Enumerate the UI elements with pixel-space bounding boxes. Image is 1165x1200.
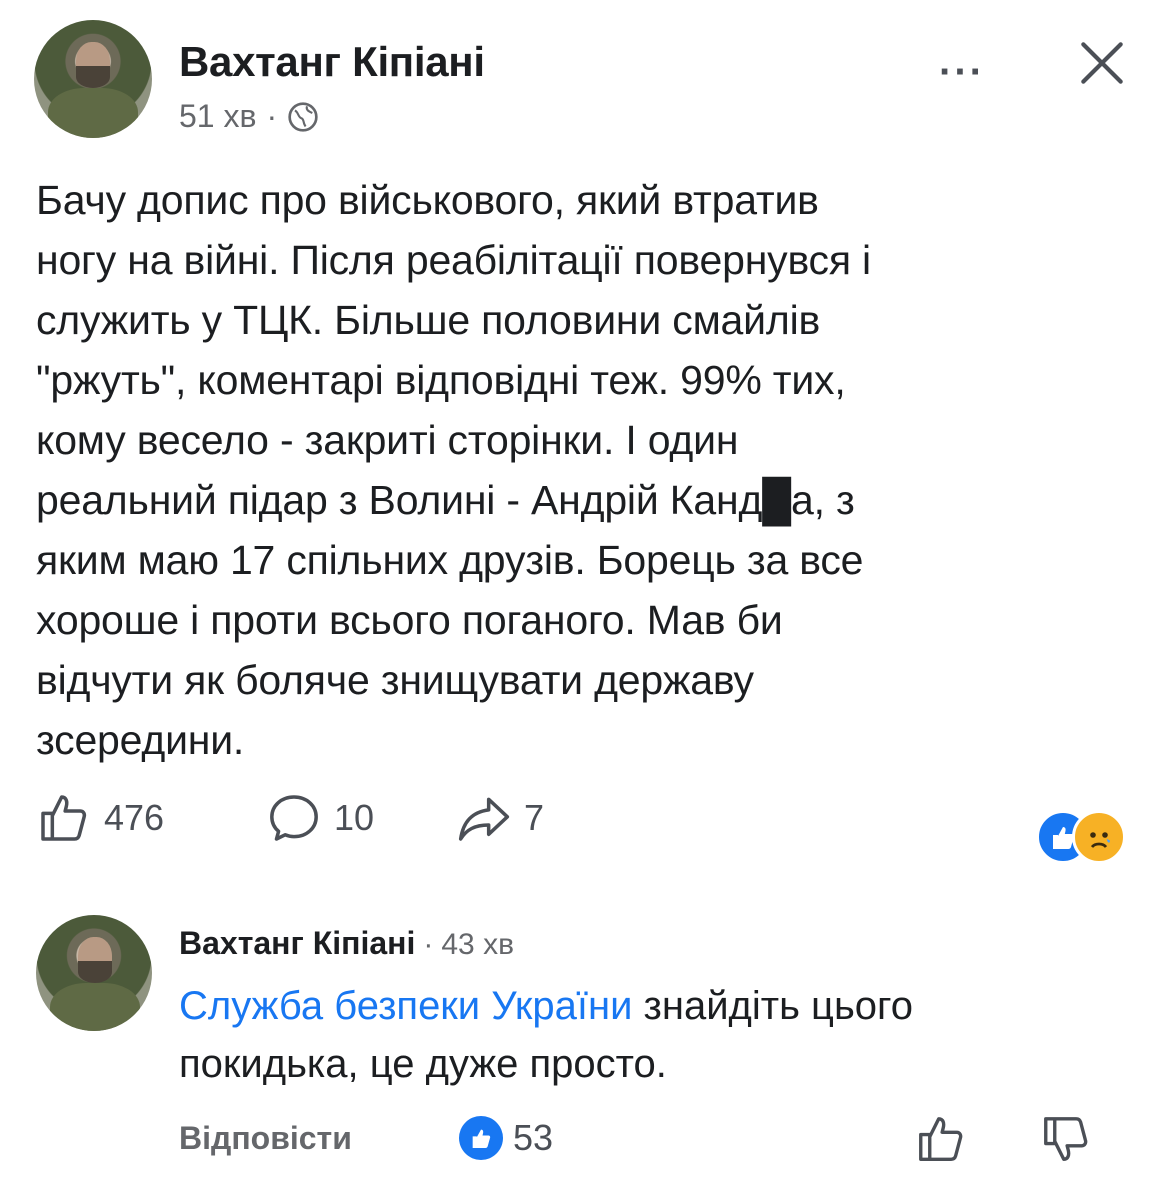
comment-button[interactable]: 10 (266, 790, 374, 846)
comment-like-count: 53 (513, 1117, 554, 1158)
globe-icon (288, 101, 318, 132)
sad-reaction-icon (1072, 810, 1126, 864)
comment-like-summary[interactable]: 53 (459, 1116, 553, 1160)
comment-like-icon[interactable] (914, 1112, 968, 1166)
post-meta: 51 хв · (179, 98, 319, 135)
share-button[interactable]: 7 (456, 790, 544, 846)
post-header: Вахтанг Кіпіані 51 хв · ··· (34, 20, 1134, 150)
comment-count: 10 (334, 797, 375, 838)
close-icon[interactable] (1074, 35, 1130, 91)
like-badge-icon (459, 1116, 503, 1160)
comment-text: Служба безпеки України знайдіть цього по… (179, 977, 1079, 1093)
share-icon (458, 797, 510, 841)
comment-footer: Відповісти 53 (179, 1116, 1129, 1170)
more-options-icon[interactable]: ··· (939, 50, 985, 95)
post-actions: 476 10 7 (36, 790, 1136, 864)
comment-header: Вахтанг Кіпіані · 43 хв (179, 925, 514, 962)
post-text: Бачу допис про військового, який втратив… (36, 177, 871, 763)
post-time[interactable]: 51 хв (179, 98, 256, 135)
like-button[interactable]: 476 (36, 790, 164, 846)
comment-icon (270, 795, 318, 841)
reply-button[interactable]: Відповісти (179, 1120, 352, 1157)
comment-author-name[interactable]: Вахтанг Кіпіані (179, 925, 415, 962)
comment-mention-link[interactable]: Служба безпеки України (179, 984, 632, 1028)
comment-author-avatar[interactable] (36, 915, 152, 1031)
share-count: 7 (524, 797, 545, 838)
post-author-name[interactable]: Вахтанг Кіпіані (179, 38, 485, 86)
comment: Вахтанг Кіпіані · 43 хв Служба безпеки У… (36, 915, 1136, 1195)
reaction-summary[interactable] (1036, 810, 1136, 864)
comment-separator: · (423, 928, 434, 961)
meta-separator: · (266, 98, 278, 134)
comment-dislike-icon[interactable] (1039, 1112, 1093, 1166)
comment-time[interactable]: 43 хв (441, 928, 514, 962)
author-avatar[interactable] (34, 20, 152, 138)
thumb-up-icon (41, 795, 87, 841)
like-count: 476 (104, 797, 165, 838)
